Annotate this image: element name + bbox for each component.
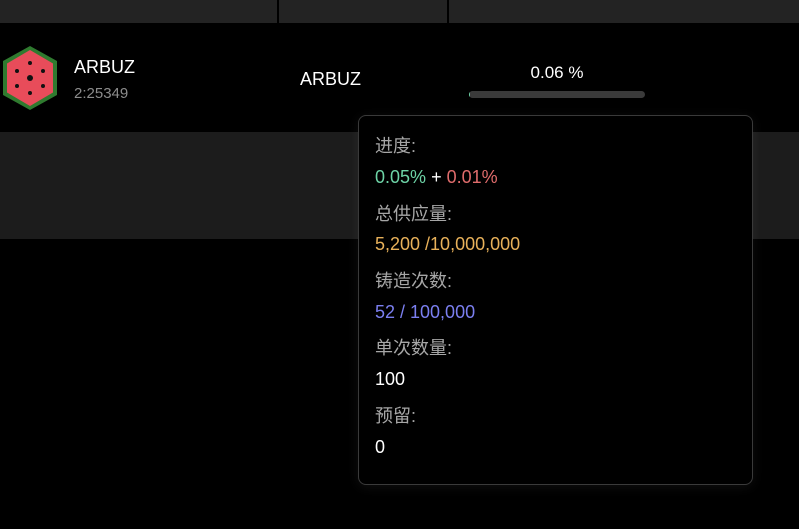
supply-label: 总供应量: xyxy=(375,204,453,224)
progress-value: 0.05% + 0.01% xyxy=(375,166,498,188)
progress-bar[interactable] xyxy=(469,91,645,98)
progress-percent: 0.06 % xyxy=(530,63,584,82)
plus-sign: + xyxy=(431,167,442,187)
table-header xyxy=(0,0,799,23)
header-divider xyxy=(447,0,449,23)
header-divider xyxy=(277,0,279,23)
mints-label: 铸造次数: xyxy=(375,271,453,291)
progress-tooltip: 进度: 0.05% + 0.01% 总供应量: 5,200 /10,000,00… xyxy=(358,115,753,485)
per-mint-value: 100 xyxy=(375,369,406,389)
token-name: ARBUZ xyxy=(74,57,136,77)
pending-percent: 0.01% xyxy=(446,167,498,187)
supply-value: 5,200 /10,000,000 xyxy=(375,234,521,254)
watermelon-icon xyxy=(3,46,57,110)
mints-value: 52 / 100,000 xyxy=(375,302,476,322)
reserved-value: 0 xyxy=(375,437,386,457)
per-mint-label: 单次数量: xyxy=(375,338,453,358)
reserved-label: 预留: xyxy=(375,406,417,426)
page: ARBUZ 2:25349 ARBUZ 0.06 % 进度: 0.05% + 0… xyxy=(0,0,799,529)
token-column-name: ARBUZ xyxy=(300,69,362,89)
minted-percent: 0.05% xyxy=(375,167,427,187)
progress-label: 进度: xyxy=(375,136,417,156)
token-id: 2:25349 xyxy=(74,85,129,102)
